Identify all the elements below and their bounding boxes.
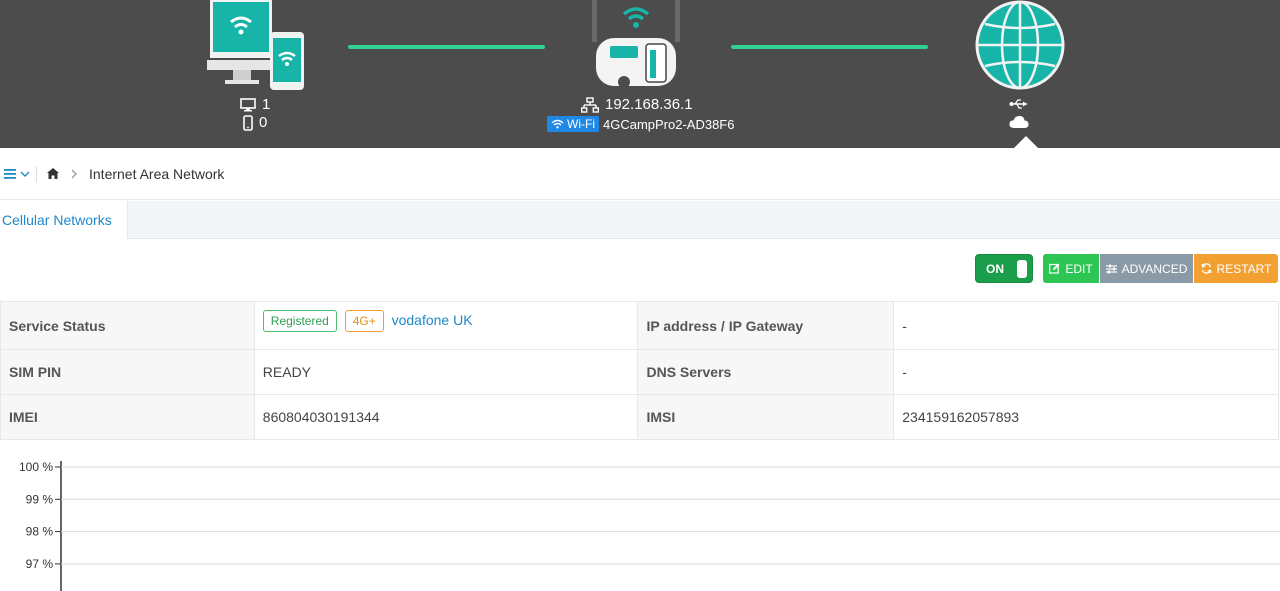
tab-cellular-networks[interactable]: Cellular Networks [0,201,128,239]
imsi-label: IMSI [637,394,895,440]
mobile-count: 0 [243,114,267,131]
imsi-value: 234159162057893 [893,394,1279,440]
status-badge-registered: Registered [262,309,337,332]
service-status-label: Service Status [0,301,255,350]
sim-pin-label: SIM PIN [0,349,255,395]
toggle-knob [1017,260,1027,278]
ip-gateway-label: IP address / IP Gateway [637,301,895,350]
ip-gateway-value: - [893,301,1279,350]
operator-name: vodafone UK [391,311,473,328]
cloud-status [1009,115,1029,129]
chart-tick-label: 98 % [26,525,54,539]
desktop-count-value: 1 [262,96,271,113]
refresh-icon [1200,263,1212,274]
service-status-value: Registered 4G+ vodafone UK [253,301,639,350]
dns-servers-value: - [893,349,1279,395]
chart-tick-label: 97 % [26,557,54,571]
hamburger-icon [4,168,16,179]
globe-icon [975,0,1065,90]
wifi-badge: Wi-Fi [547,116,599,132]
mobile-count-value: 0 [259,114,268,131]
wifi-icon [551,119,564,129]
edit-icon [1049,263,1060,274]
restart-button-label: RESTART [1216,261,1272,276]
chart-tick-label: 100 % [19,460,53,474]
monitor-icon [240,97,256,111]
status-badge-network-type: 4G+ [344,309,384,332]
menu-toggle[interactable] [4,168,30,179]
status-banner: 1 0 192.168.36.1 Wi-Fi 4GCampPro2-AD38F6 [0,0,1280,148]
lan-icon [581,96,599,113]
imei-label: IMEI [0,394,255,440]
wifi-ssid: 4GCampPro2-AD38F6 [602,116,735,132]
chevron-down-icon [20,171,30,177]
advanced-button-label: ADVANCED [1121,261,1188,276]
router-wifi: Wi-Fi 4GCampPro2-AD38F6 [547,116,734,132]
desktop-count: 1 [240,96,270,113]
breadcrumb: Internet Area Network [0,148,1280,200]
router-ip: 192.168.36.1 [581,96,693,113]
router-device[interactable] [588,0,684,93]
advanced-button[interactable]: ADVANCED [1100,254,1193,283]
sliders-icon [1105,264,1117,273]
dns-servers-label: DNS Servers [637,349,895,395]
tab-bar: Cellular Networks [0,201,1280,239]
edit-button-label: EDIT [1065,261,1093,276]
home-icon[interactable] [47,168,59,179]
internet-link-line [731,45,928,49]
usb-status [1009,98,1029,110]
table-row: IMEI 860804030191344 IMSI 23415916205789… [0,394,1279,440]
internet-device[interactable] [975,0,1065,93]
edit-button[interactable]: EDIT [1043,254,1099,283]
devices-icon [207,0,304,90]
breadcrumb-current: Internet Area Network [89,165,225,182]
clients-link-line [348,45,545,49]
power-toggle[interactable]: ON [975,254,1033,283]
chevron-right-icon [71,169,77,178]
chart-tick-label: 99 % [26,492,54,506]
table-row: Service Status Registered 4G+ vodafone U… [0,301,1279,350]
table-row: SIM PIN READY DNS Servers - [0,349,1279,395]
router-icon [592,0,680,88]
phone-icon [243,114,253,131]
cloud-icon [1009,116,1029,128]
toggle-label: ON [986,261,1004,276]
cellular-info-table: Service Status Registered 4G+ vodafone U… [0,301,1279,440]
sim-pin-value: READY [253,349,639,395]
chart-y-ticks: 100 % 99 % 98 % 97 % [19,460,1280,571]
breadcrumb-divider [36,165,37,182]
router-ip-value: 192.168.36.1 [605,96,693,113]
usb-icon [1009,99,1027,109]
wifi-badge-label: Wi-Fi [567,117,595,131]
restart-button[interactable]: RESTART [1194,254,1278,283]
signal-chart: 100 % 99 % 98 % 97 % [19,460,1280,591]
active-section-pointer [1014,136,1038,148]
imei-value: 860804030191344 [253,394,639,440]
clients-device[interactable] [207,0,307,95]
